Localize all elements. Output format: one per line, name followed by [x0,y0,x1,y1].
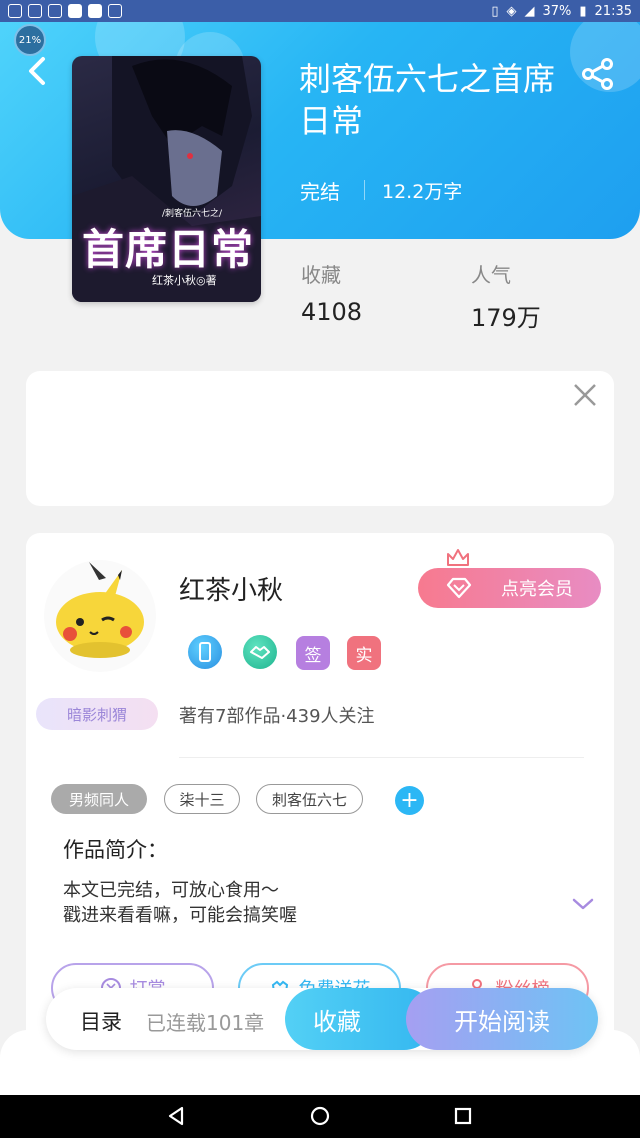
home-circle-icon[interactable] [308,1104,332,1128]
popularity-label: 人气 [471,263,511,287]
author-avatar[interactable] [44,560,156,672]
chevron-down-icon [572,898,594,910]
collect-label: 收藏 [313,1007,361,1036]
signed-badge[interactable]: 签 [296,636,330,670]
battery-badge: 21% [14,24,46,56]
author-stats: 著有7部作品·439人关注 [179,706,375,727]
expand-intro-button[interactable] [570,894,596,914]
chapter-count[interactable]: 已连载101章 [146,1007,264,1036]
app-notification-icon [8,4,22,18]
add-tag-button[interactable]: + [395,786,424,815]
tag-series[interactable]: 刺客伍六七 [256,784,363,814]
fan-tag[interactable]: 暗影刺猬 [36,698,158,730]
book-title: 刺客伍六七之首席日常 [299,60,556,140]
partner-badge[interactable] [243,635,277,669]
back-button[interactable] [22,56,52,86]
app-notification-icon [68,4,82,18]
intro-title: 作品简介： [63,838,168,862]
close-ad-button[interactable] [572,382,598,408]
author-name[interactable]: 红茶小秋 [179,570,283,607]
phone-icon [199,642,211,662]
start-reading-label: 开始阅读 [454,1007,550,1036]
app-notification-icon [48,4,62,18]
status-bar: ▯ ◈ ◢ 37% ▮ 21:35 [0,0,640,22]
intro-line: 戳进来看看嘛，可能会搞笑喔 [63,905,297,926]
battery-percent: 37% [542,3,572,19]
favorites-label: 收藏 [301,263,341,287]
ad-banner [26,371,614,506]
handshake-icon [250,646,270,659]
popularity-value: 179万 [471,304,541,332]
vibrate-icon: ▯ [491,3,499,19]
tag-character[interactable]: 柒十三 [164,784,240,814]
phone-verified-badge[interactable] [188,635,222,669]
app-notification-icon [28,4,42,18]
app-notification-icon [88,4,102,18]
clock: 21:35 [594,3,632,19]
signal-icon: ◢ [524,3,535,19]
diamond-icon [446,577,472,599]
table-of-contents-button[interactable]: 目录 [80,1006,122,1036]
tag-category[interactable]: 男频同人 [51,784,147,814]
intro-line: 本文已完结，可放心食用～ [63,880,279,901]
chevron-left-icon [29,57,45,85]
book-status: 完结 [300,180,340,204]
verified-badge[interactable]: 实 [347,636,381,670]
vip-button-label: 点亮会员 [501,579,573,600]
divider [364,180,365,200]
word-count: 12.2万字 [382,181,463,203]
start-reading-button[interactable]: 开始阅读 [406,988,598,1050]
divider [179,757,584,758]
pikachu-avatar-image [56,562,144,658]
book-cover[interactable]: /刺客伍六七之/ 首席日常 红茶小秋◎著 [72,56,261,302]
cover-author: 红茶小秋◎著 [152,274,217,287]
notification-icons [8,4,122,18]
crown-icon [447,549,469,566]
plus-icon: + [400,788,419,813]
intro-text: 本文已完结，可放心食用～ 戳进来看看嘛，可能会搞笑喔 [63,878,297,928]
back-triangle-icon[interactable] [164,1104,188,1128]
cover-title: 首席日常 [81,225,254,274]
app-notification-icon [108,4,122,18]
favorites-value: 4108 [301,298,363,326]
close-icon [574,384,596,406]
wifi-icon: ◈ [506,3,517,19]
battery-icon: ▮ [579,3,587,19]
share-button[interactable] [580,56,616,92]
share-icon [582,58,613,90]
recents-square-icon[interactable] [451,1104,475,1128]
